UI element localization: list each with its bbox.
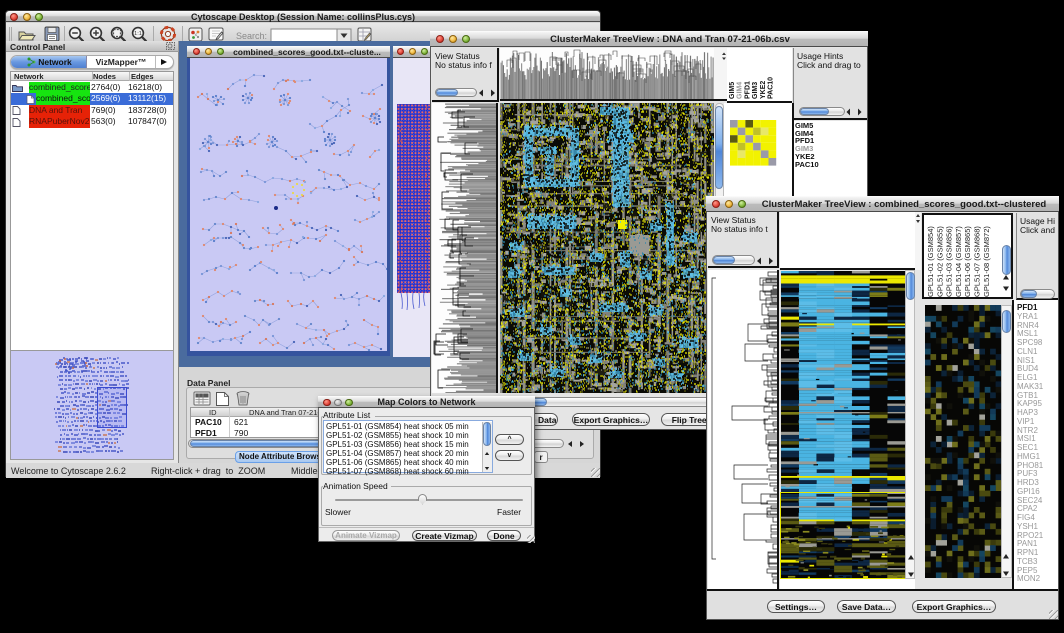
svg-text:PAC10: PAC10 (768, 76, 775, 98)
svg-text:GPL51-06 (GSM865): GPL51-06 (GSM865) (963, 226, 972, 297)
svg-text:GIM5: GIM5 (729, 81, 736, 98)
svg-text:GPL51-08 (GSM872): GPL51-08 (GSM872) (982, 226, 991, 297)
svg-text:GPL51-07 (GSM868): GPL51-07 (GSM868) (973, 226, 982, 297)
svg-text:YKE2: YKE2 (760, 80, 767, 98)
svg-text:GPL51-02 (GSM855): GPL51-02 (GSM855) (935, 226, 944, 297)
svg-text:GIM3: GIM3 (752, 81, 759, 98)
svg-text:Search:: Search: (236, 31, 267, 41)
svg-text:GIM4: GIM4 (737, 81, 744, 98)
svg-text:GPL51-01 (GSM854): GPL51-01 (GSM854) (926, 226, 935, 297)
svg-text:GPL51-04 (GSM857): GPL51-04 (GSM857) (954, 226, 963, 297)
svg-text:PFD1: PFD1 (744, 81, 751, 99)
svg-text:GPL51-03 (GSM856): GPL51-03 (GSM856) (945, 226, 954, 297)
svg-text:1:1: 1:1 (134, 31, 142, 37)
